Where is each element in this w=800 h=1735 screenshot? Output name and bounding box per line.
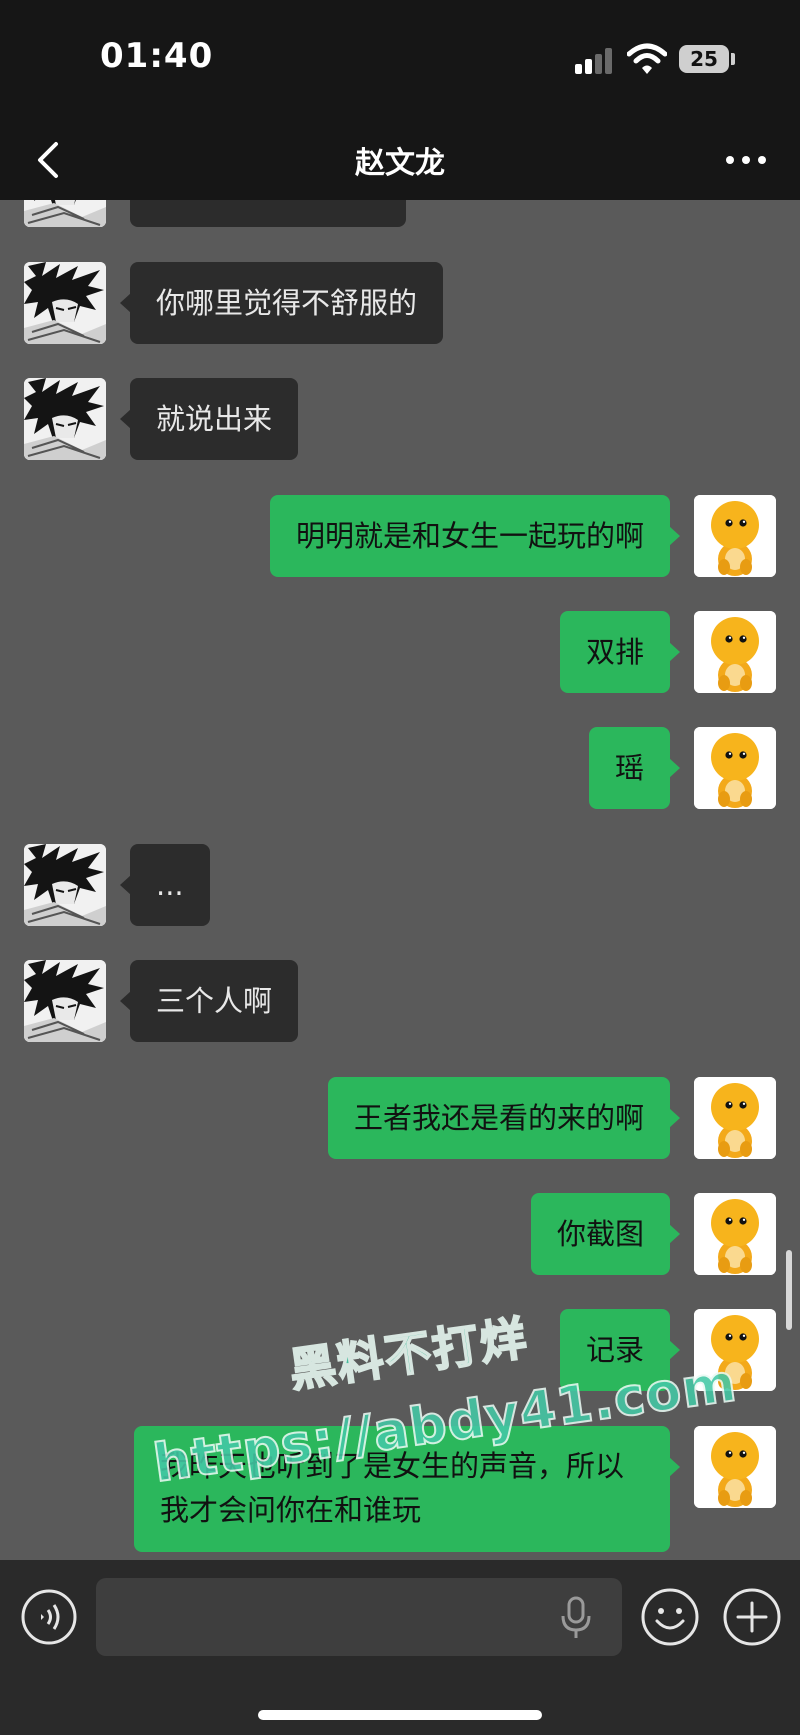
status-bar: 01:40 25 [0,0,800,120]
message-bubble-incoming[interactable]: 就说出来 [119,378,299,460]
message-bubble-outgoing[interactable]: 双排 [559,611,681,693]
plus-icon[interactable] [722,1587,782,1647]
voice-icon[interactable] [20,1588,78,1646]
nav-header: 赵文龙 [0,120,800,200]
user-avatar[interactable] [694,1426,776,1508]
user-avatar[interactable] [694,611,776,693]
mic-icon[interactable] [560,1596,592,1640]
chat-title: 赵文龙 [355,146,445,181]
message-input[interactable] [96,1578,622,1656]
contact-avatar[interactable] [24,262,106,344]
message-bubble-incoming[interactable]: 你哪里觉得不舒服的 [119,262,444,344]
message-bubble-outgoing[interactable]: 你截图 [530,1193,681,1275]
more-dots-icon[interactable] [722,140,770,180]
battery-icon: 25 [679,45,729,73]
contact-avatar[interactable] [24,200,106,227]
emoji-icon[interactable] [640,1587,700,1647]
user-avatar[interactable] [694,1077,776,1159]
home-indicator[interactable] [258,1710,542,1720]
user-avatar[interactable] [694,1193,776,1275]
contact-avatar[interactable] [24,960,106,1042]
battery-tip [731,53,735,65]
contact-avatar[interactable] [24,844,106,926]
signal-icon [575,48,615,74]
status-time: 01:40 [100,36,214,76]
user-avatar[interactable] [694,727,776,809]
user-avatar[interactable] [694,495,776,577]
message-bubble-outgoing[interactable]: 明明就是和女生一起玩的啊 [269,495,681,577]
message-bubble-incoming[interactable]: 三个人啊 [119,960,299,1042]
contact-avatar[interactable] [24,378,106,460]
input-bar [0,1560,800,1735]
message-bubble-outgoing[interactable]: 瑶 [588,727,681,809]
message-bubble-incoming[interactable]: ... [120,844,210,926]
message-bubble-outgoing[interactable]: 王者我还是看的来的啊 [327,1077,681,1159]
message-bubble-incoming[interactable] [130,200,406,227]
chat-screen: 01:40 25 赵文龙 你哪里觉得不舒服的 就说出来 明明就是和女生一起玩的啊… [0,0,800,1735]
scrollbar[interactable] [786,1250,792,1330]
wifi-icon [627,43,667,74]
